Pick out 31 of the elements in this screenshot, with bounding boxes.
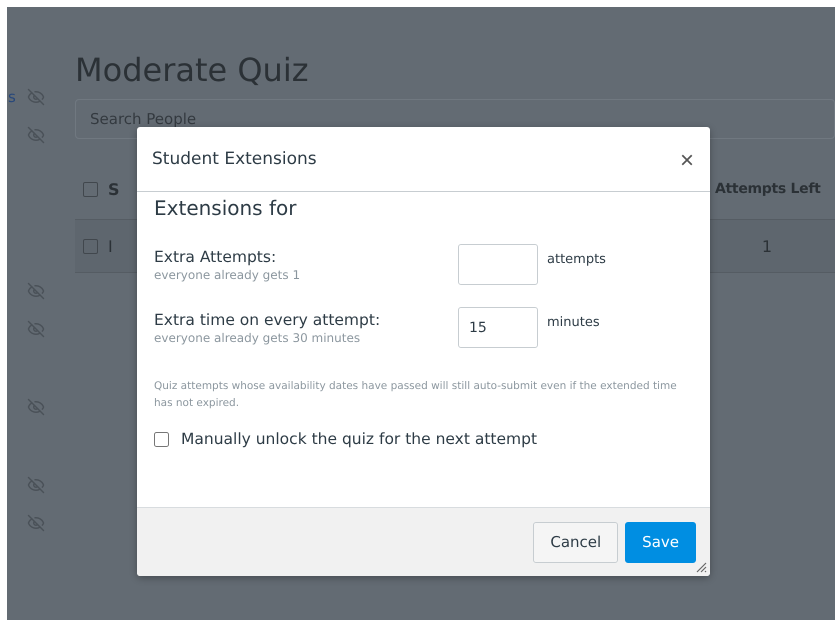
column-header: S bbox=[108, 180, 121, 198]
page-title: Moderate Quiz bbox=[75, 51, 310, 91]
checkbox-label: Manually unlock the quiz for the next attempt bbox=[181, 430, 538, 448]
save-button[interactable]: Save bbox=[625, 522, 696, 562]
checkbox[interactable] bbox=[83, 238, 98, 254]
checkbox[interactable] bbox=[154, 432, 169, 446]
hidden-eye-icon[interactable] bbox=[27, 282, 45, 300]
hidden-eye-icon[interactable] bbox=[27, 398, 45, 416]
hidden-eye-icon[interactable] bbox=[27, 320, 45, 338]
hidden-eye-icon[interactable] bbox=[27, 476, 45, 494]
table-cell-text: 1 bbox=[760, 236, 774, 256]
checkbox[interactable] bbox=[83, 182, 98, 196]
close-button[interactable]: × bbox=[680, 147, 694, 175]
resize-grip-icon[interactable] bbox=[695, 561, 707, 573]
hidden-eye-icon[interactable] bbox=[27, 514, 45, 532]
field-label: Extra Attempts: bbox=[154, 248, 278, 266]
input-field[interactable]: 15 bbox=[458, 307, 538, 348]
cancel-button[interactable]: Cancel bbox=[533, 522, 618, 562]
table-cell-text: I bbox=[108, 236, 114, 256]
field-hint: everyone already gets 30 minutes bbox=[154, 331, 362, 345]
field-label: Extra time on every attempt: bbox=[154, 311, 382, 329]
hidden-eye-icon[interactable] bbox=[27, 126, 45, 144]
hidden-eye-icon[interactable] bbox=[27, 88, 45, 106]
note-text: Quiz attempts whose availability dates have passed will still auto-submit even if the extended time has not expired. bbox=[154, 379, 678, 411]
section-heading: Extensions for bbox=[154, 196, 298, 220]
field-hint: everyone already gets 1 bbox=[154, 268, 302, 282]
dialog-title: Student Extensions bbox=[152, 149, 317, 169]
unit-label: minutes bbox=[547, 315, 600, 330]
column-header: Attempts Left bbox=[715, 181, 822, 197]
input-field[interactable] bbox=[458, 244, 538, 285]
unit-label: attempts bbox=[547, 252, 606, 267]
